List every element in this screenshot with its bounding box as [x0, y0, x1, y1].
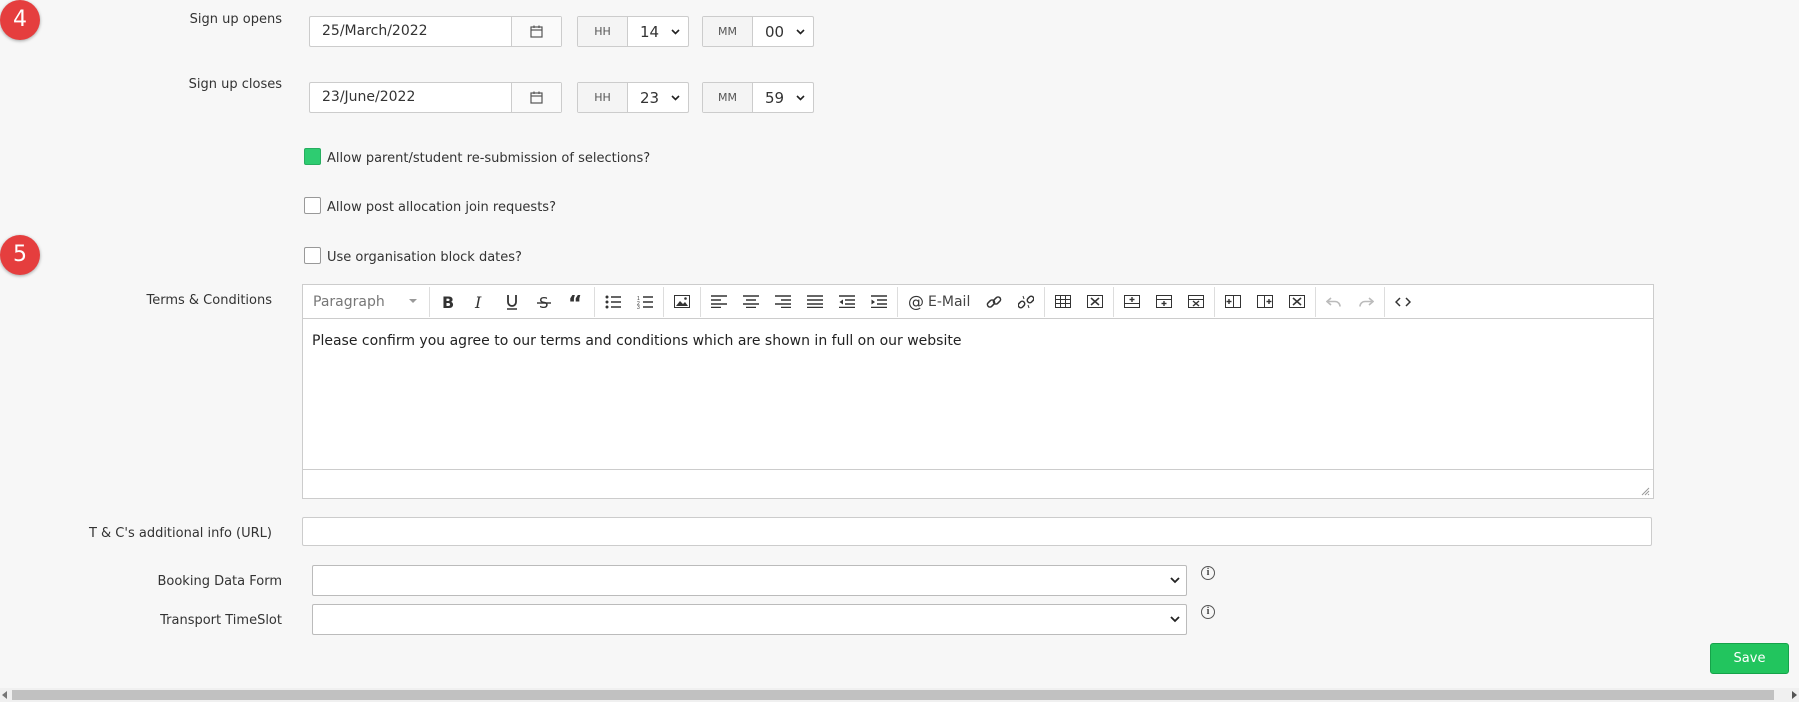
hour-value: 23	[640, 88, 660, 107]
chevron-down-icon	[796, 28, 805, 35]
signup-opens-minute[interactable]: MM 00	[702, 16, 814, 47]
redo-icon[interactable]	[1350, 287, 1382, 317]
indent-icon[interactable]	[863, 287, 895, 317]
svg-text:3: 3	[637, 305, 640, 309]
transport-label: Transport TimeSlot	[160, 613, 282, 628]
underline-icon[interactable]	[496, 287, 528, 317]
bullet-list-icon[interactable]	[597, 287, 629, 317]
table-icon[interactable]	[1047, 287, 1079, 317]
svg-text:“: “	[568, 295, 582, 309]
terms-editor-body[interactable]: Please confirm you agree to our terms an…	[303, 319, 1653, 469]
format-select[interactable]: Paragraph	[305, 287, 427, 317]
svg-text:B: B	[442, 294, 454, 310]
signup-closes-hour[interactable]: HH 23	[577, 82, 689, 113]
svg-text:I: I	[474, 294, 482, 310]
align-right-icon[interactable]	[767, 287, 799, 317]
insert-col-before-icon[interactable]	[1217, 287, 1249, 317]
at-icon: @	[908, 292, 924, 311]
chevron-down-icon	[1170, 616, 1180, 623]
scroll-left-icon[interactable]	[2, 691, 8, 699]
insert-row-before-icon[interactable]	[1116, 287, 1148, 317]
strikethrough-icon[interactable]: S	[528, 287, 560, 317]
post-allocation-checkbox[interactable]	[304, 197, 321, 214]
scroll-right-icon[interactable]	[1791, 691, 1797, 699]
blockquote-icon[interactable]: “	[560, 287, 592, 317]
booking-form-label: Booking Data Form	[157, 574, 282, 589]
resubmission-label: Allow parent/student re-submission of se…	[327, 151, 651, 166]
step-badge-5: 5	[0, 235, 40, 275]
caret-down-icon	[409, 299, 417, 303]
delete-table-icon[interactable]	[1079, 287, 1111, 317]
scrollbar-thumb[interactable]	[12, 690, 1774, 700]
block-dates-checkbox[interactable]	[304, 247, 321, 264]
delete-col-icon[interactable]	[1281, 287, 1313, 317]
source-code-icon[interactable]	[1387, 287, 1419, 317]
bold-icon[interactable]: B	[432, 287, 464, 317]
hh-label: HH	[578, 83, 628, 112]
editor-toolbar: Paragraph B I S “ 123 @ E-Mail	[303, 285, 1653, 319]
tc-url-input[interactable]	[302, 517, 1652, 546]
insert-row-after-icon[interactable]	[1148, 287, 1180, 317]
numbered-list-icon[interactable]: 123	[629, 287, 661, 317]
resize-handle-icon[interactable]	[1640, 486, 1650, 496]
info-icon[interactable]: i	[1201, 605, 1215, 619]
insert-col-after-icon[interactable]	[1249, 287, 1281, 317]
email-button[interactable]: @ E-Mail	[900, 287, 978, 317]
hh-label: HH	[578, 17, 628, 46]
chevron-down-icon	[796, 94, 805, 101]
format-select-value: Paragraph	[313, 293, 385, 310]
image-icon[interactable]	[666, 287, 698, 317]
undo-icon[interactable]	[1318, 287, 1350, 317]
signup-closes-label: Sign up closes	[188, 77, 282, 92]
delete-row-icon[interactable]	[1180, 287, 1212, 317]
chevron-down-icon	[671, 94, 680, 101]
unlink-icon[interactable]	[1010, 287, 1042, 317]
terms-editor: Paragraph B I S “ 123 @ E-Mail Please co…	[302, 284, 1654, 499]
minute-value: 59	[765, 88, 785, 107]
align-justify-icon[interactable]	[799, 287, 831, 317]
outdent-icon[interactable]	[831, 287, 863, 317]
post-allocation-label: Allow post allocation join requests?	[327, 200, 556, 215]
signup-closes-date-value: 23/June/2022	[322, 89, 416, 105]
italic-icon[interactable]: I	[464, 287, 496, 317]
minute-value: 00	[765, 22, 785, 41]
calendar-icon[interactable]	[511, 83, 561, 112]
block-dates-label: Use organisation block dates?	[327, 250, 522, 265]
chevron-down-icon	[1170, 577, 1180, 584]
link-icon[interactable]	[978, 287, 1010, 317]
chevron-down-icon	[671, 28, 680, 35]
align-left-icon[interactable]	[703, 287, 735, 317]
signup-opens-date-value: 25/March/2022	[322, 23, 428, 39]
mm-label: MM	[703, 17, 753, 46]
editor-statusbar	[303, 469, 1653, 499]
step-badge-4: 4	[0, 0, 40, 40]
info-icon[interactable]: i	[1201, 566, 1215, 580]
horizontal-scrollbar[interactable]	[0, 688, 1799, 702]
hour-value: 14	[640, 22, 660, 41]
signup-closes-minute[interactable]: MM 59	[702, 82, 814, 113]
transport-select[interactable]	[312, 604, 1187, 635]
resubmission-checkbox[interactable]	[304, 148, 321, 165]
signup-opens-date[interactable]: 25/March/2022	[309, 16, 562, 47]
email-button-label: E-Mail	[928, 293, 971, 310]
calendar-icon[interactable]	[511, 17, 561, 46]
tc-url-label: T & C's additional info (URL)	[88, 526, 272, 541]
align-center-icon[interactable]	[735, 287, 767, 317]
signup-opens-hour[interactable]: HH 14	[577, 16, 689, 47]
signup-closes-date[interactable]: 23/June/2022	[309, 82, 562, 113]
svg-text:S: S	[539, 294, 549, 310]
terms-label: Terms & Conditions	[146, 293, 273, 308]
signup-opens-label: Sign up opens	[189, 12, 282, 27]
save-button[interactable]: Save	[1710, 643, 1789, 674]
mm-label: MM	[703, 83, 753, 112]
booking-form-select[interactable]	[312, 565, 1187, 596]
